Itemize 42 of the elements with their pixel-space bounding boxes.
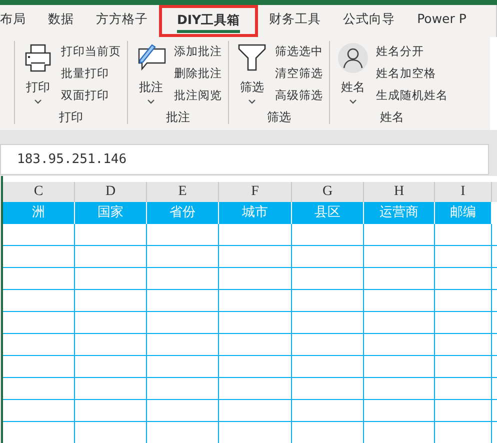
ribbon-tab[interactable]: 布局 [0, 5, 37, 37]
filter-icon [237, 43, 267, 73]
ribbon-menu-item[interactable]: 姓名加空格 [376, 65, 448, 82]
caret-icon[interactable] [349, 99, 357, 104]
caret-icon[interactable] [147, 99, 155, 104]
ribbon-large-button[interactable]: 姓名 [336, 41, 370, 110]
printer-icon [23, 43, 53, 73]
table-header-cell: 洲 [3, 202, 75, 224]
caret-icon[interactable] [248, 99, 256, 104]
caret-icon[interactable] [34, 99, 42, 104]
ribbon-menu-item[interactable]: 批注阅览 [174, 87, 222, 104]
ribbon-tab[interactable]: DIY工具箱 [159, 5, 258, 37]
ribbon-menu-item[interactable]: 删除批注 [174, 65, 222, 82]
ribbon-menu-item[interactable]: 姓名分开 [376, 43, 448, 60]
table-header-cell: 城市 [219, 202, 292, 224]
table-header-cell: 运营商 [364, 202, 435, 224]
ribbon-menu-item[interactable]: 打印当前页 [61, 43, 121, 60]
ribbon-group-label: 批注 [165, 110, 191, 124]
ribbon-tab[interactable]: Power P [406, 5, 466, 37]
ribbon-menu-item[interactable]: 高级筛选 [275, 87, 323, 104]
ribbon-group-label: 打印 [58, 110, 84, 124]
ribbon-menu-item[interactable]: 生成随机姓名 [376, 87, 448, 104]
ribbon-tab[interactable]: 财务工具 [258, 5, 332, 37]
ribbon-large-button[interactable]: 批注 [134, 41, 168, 110]
ribbon-menu-item[interactable]: 清空筛选 [275, 65, 323, 82]
person-icon [338, 43, 368, 73]
ribbon-tab[interactable]: 方方格子 [85, 5, 159, 37]
ribbon-large-button[interactable]: 筛选 [235, 41, 269, 110]
ribbon-tab[interactable]: 公式向导 [332, 5, 406, 37]
table-header-cell: 县区 [292, 202, 364, 224]
ribbon-tab[interactable]: 数据 [37, 5, 85, 37]
table-header-cell: 省份 [147, 202, 219, 224]
table-header-cell: 邮编 [435, 202, 492, 224]
ribbon-menu-item[interactable]: 批量打印 [61, 65, 121, 82]
ribbon-menu-item[interactable]: 双面打印 [61, 87, 121, 104]
ribbon-menu-item[interactable]: 添加批注 [174, 43, 222, 60]
ribbon-group-label: 姓名 [379, 110, 405, 124]
table-header-cell: 国家 [75, 202, 147, 224]
ribbon-menu-item[interactable]: 筛选选中 [275, 43, 323, 60]
formula-input-field[interactable]: 183.95.251.146 [0, 144, 489, 175]
ribbon-large-button[interactable]: 打印 [21, 41, 55, 110]
ribbon-group-label: 筛选 [266, 110, 292, 124]
